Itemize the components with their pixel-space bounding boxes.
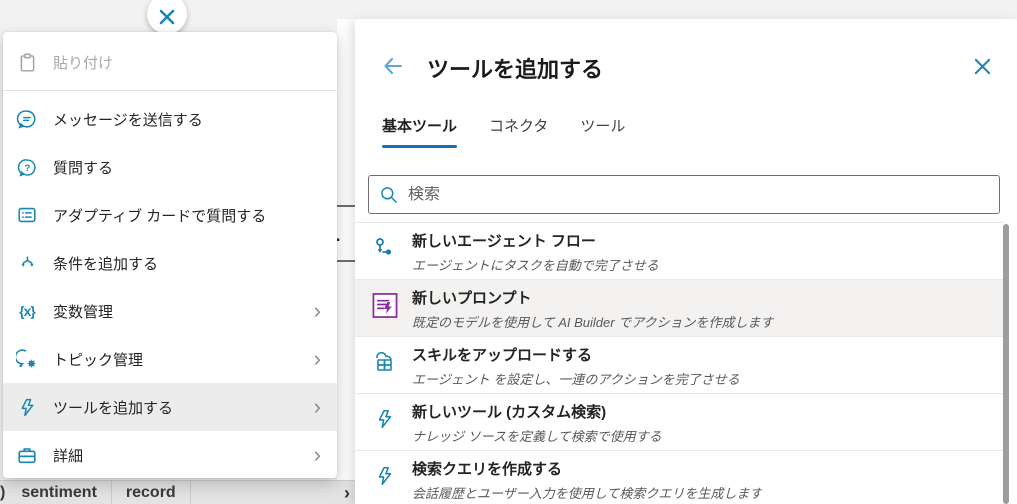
question-icon: ? [15,155,39,179]
panel-title: ツールを追加する [427,52,603,84]
menu-item-send-message[interactable]: メッセージを送信する [3,95,337,143]
variable-chip-sentiment[interactable]: sentiment [7,481,112,504]
condition-branch-icon [15,251,39,275]
tool-item-upload-skill[interactable]: スキルをアップロードする エージェント を設定し、一連のアクションを完了させる [355,336,1005,393]
lightning-icon [372,406,398,432]
search-icon [379,185,399,205]
menu-item-label: メッセージを送信する [53,109,325,130]
lightning-icon [15,395,39,419]
tool-item-new-custom-search-tool[interactable]: 新しいツール (カスタム検索) ナレッジ ソースを定義して検索で使用する [355,393,1005,450]
menu-item-add-tool[interactable]: ツールを追加する › [3,383,337,431]
menu-item-label: 変数管理 [53,301,314,322]
tool-item-new-prompt[interactable]: 新しいプロンプト 既定のモデルを使用して AI Builder でアクションを作… [355,279,1005,336]
tool-item-title: 新しいエージェント フロー [412,230,659,251]
send-message-icon [15,107,39,131]
tool-item-new-agent-flow[interactable]: 新しいエージェント フロー エージェントにタスクを自動で完了させる [355,222,1005,279]
tab-connectors[interactable]: コネクタ [489,115,548,148]
tool-item-title: 新しいツール (カスタム検索) [412,401,662,422]
menu-item-label: 質問する [53,157,325,178]
tool-item-subtitle: 既定のモデルを使用して AI Builder でアクションを作成します [412,312,774,331]
tool-item-subtitle: エージェントにタスクを自動で完了させる [412,255,659,274]
ai-prompt-icon [372,292,398,318]
search-box[interactable] [368,175,1000,214]
tool-item-create-search-query[interactable]: 検索クエリを作成する 会話履歴とユーザー入力を使用して検索クエリを生成します [355,450,1005,504]
tool-item-title: 検索クエリを作成する [412,458,762,479]
tool-item-subtitle: 会話履歴とユーザー入力を使用して検索クエリを生成します [412,483,762,502]
variable-bar-paren: ) [0,481,7,502]
panel-scrollbar[interactable] [1003,224,1009,504]
chevron-right-icon: › [314,396,325,418]
close-icon [973,57,992,76]
topic-management-icon [15,347,39,371]
panel-header: ツールを追加する [355,19,1017,109]
close-icon [157,7,177,27]
svg-text:?: ? [24,163,30,174]
canvas-close-button[interactable] [147,0,187,34]
menu-item-adaptive-card[interactable]: アダプティブ カードで質問する [3,191,337,239]
chevron-right-icon: › [314,348,325,370]
back-button[interactable] [379,52,407,80]
menu-item-add-condition[interactable]: 条件を追加する [3,239,337,287]
agent-flow-icon [372,235,398,261]
chevron-right-icon: › [314,444,325,466]
chevron-right-icon: › [344,483,350,504]
tool-item-title: スキルをアップロードする [412,344,740,365]
briefcase-icon [15,443,39,467]
search-input[interactable] [408,186,989,204]
back-arrow-icon [381,54,405,78]
tab-basic-tools[interactable]: 基本ツール [382,115,457,148]
menu-item-label: トピック管理 [53,349,314,370]
tab-tools[interactable]: ツール [580,115,625,148]
menu-divider [3,90,337,91]
add-tool-panel: ツールを追加する 基本ツール コネクタ ツール [355,19,1017,504]
panel-tabs: 基本ツール コネクタ ツール [382,115,625,148]
tool-item-title: 新しいプロンプト [412,287,774,308]
clipboard-icon [15,50,39,74]
menu-item-label: 貼り付け [53,52,325,73]
tool-item-subtitle: エージェント を設定し、一連のアクションを完了させる [412,369,740,388]
lightning-icon [372,463,398,489]
menu-item-topic-management[interactable]: トピック管理 › [3,335,337,383]
menu-item-advanced[interactable]: 詳細 › [3,431,337,478]
adaptive-card-icon [15,203,39,227]
menu-item-paste[interactable]: 貼り付け [3,38,337,86]
menu-item-label: ツールを追加する [53,397,314,418]
chevron-right-icon: › [314,300,325,322]
menu-item-label: 詳細 [53,445,314,466]
tool-item-subtitle: ナレッジ ソースを定義して検索で使用する [412,426,662,445]
panel-close-button[interactable] [969,53,995,79]
menu-item-label: 条件を追加する [53,253,325,274]
tool-list: 新しいエージェント フロー エージェントにタスクを自動で完了させる 新しいプロン… [355,222,1005,504]
variable-chip-record[interactable]: record [112,481,191,504]
menu-item-label: アダプティブ カードで質問する [53,205,325,226]
variable-icon: {x} [15,299,39,323]
skill-upload-icon [372,349,398,375]
menu-item-ask-question[interactable]: ? 質問する [3,143,337,191]
node-context-menu: 貼り付け メッセージを送信する ? 質問する [3,32,337,478]
menu-item-variable-management[interactable]: {x} 変数管理 › [3,287,337,335]
